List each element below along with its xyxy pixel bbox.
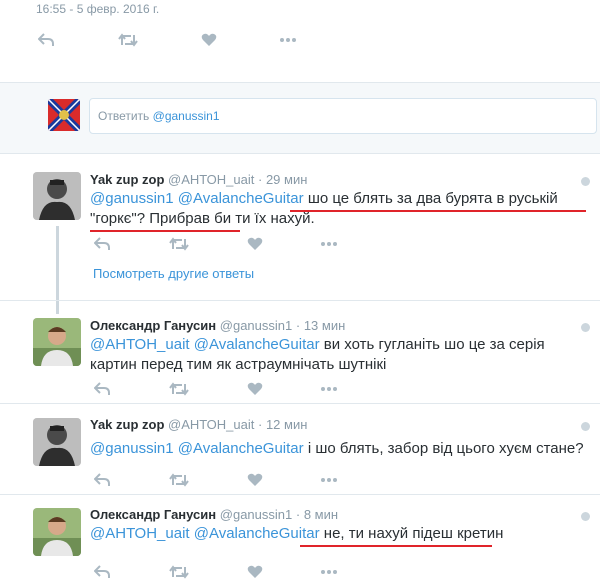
author-handle[interactable]: @АНТОН_uait <box>168 172 254 187</box>
reply-placeholder: Ответить <box>98 109 150 123</box>
tweet-time[interactable]: 13 мин <box>304 318 345 333</box>
tweet-time[interactable]: 12 мин <box>266 417 307 432</box>
globe-icon <box>581 177 590 186</box>
author-name[interactable]: Олександр Ганусин <box>90 507 216 522</box>
tweet-actions <box>92 473 337 487</box>
divider <box>0 403 600 404</box>
more-icon[interactable] <box>321 242 337 246</box>
tweet-1: Yak zup zop @АНТОН_uait · 29 мин @ganuss… <box>0 160 600 310</box>
tweet-actions <box>92 237 337 251</box>
author-name[interactable]: Олександр Ганусин <box>90 318 216 333</box>
avatar <box>33 318 81 366</box>
reply-input[interactable]: Ответить @ganussin1 <box>89 98 597 134</box>
author-handle[interactable]: @АНТОН_uait <box>168 417 254 432</box>
retweet-icon[interactable] <box>169 237 189 251</box>
author-handle[interactable]: @ganussin1 <box>220 318 292 333</box>
globe-icon <box>581 422 590 431</box>
reply-icon[interactable] <box>92 565 112 579</box>
like-icon[interactable] <box>246 237 264 251</box>
tweet-mentions[interactable]: @АНТОН_uait @AvalancheGuitar <box>90 525 320 542</box>
avatar <box>33 418 81 466</box>
separator: · <box>257 417 263 432</box>
separator: · <box>257 172 263 187</box>
tweet-timestamp: 16:55 - 5 февр. 2016 г. <box>36 2 160 16</box>
tweet-body: не, ти нахуй пiдеш кретин <box>323 525 504 542</box>
more-icon[interactable] <box>280 38 296 42</box>
red-underline <box>290 210 586 212</box>
divider <box>0 300 600 301</box>
avatar <box>33 172 81 220</box>
tweet-2: Олександр Ганусин @ganussin1 · 13 мин @А… <box>0 305 600 405</box>
globe-icon <box>581 512 590 521</box>
reply-box: Ответить @ganussin1 <box>0 82 600 154</box>
author-name[interactable]: Yak zup zop <box>90 172 164 187</box>
more-icon[interactable] <box>321 387 337 391</box>
tweet-text: @ganussin1 @AvalancheGuitar шо це блять … <box>90 189 595 229</box>
tweet-3: Yak zup zop @АНТОН_uait · 12 мин @ganuss… <box>0 405 600 495</box>
tweet-actions <box>92 382 337 396</box>
more-icon[interactable] <box>321 478 337 482</box>
main-tweet-actions <box>36 33 296 47</box>
like-icon[interactable] <box>246 473 264 487</box>
retweet-icon[interactable] <box>169 473 189 487</box>
tweet-actions <box>92 565 337 579</box>
reply-icon[interactable] <box>92 473 112 487</box>
separator: · <box>295 507 301 522</box>
red-underline <box>90 230 240 232</box>
retweet-icon[interactable] <box>118 33 138 47</box>
tweet-time[interactable]: 8 мин <box>304 507 338 522</box>
like-icon[interactable] <box>246 382 264 396</box>
tweet-body: i шо блять, забор вiд цього хуєм стане? <box>307 440 584 457</box>
user-avatar <box>48 99 80 131</box>
tweet-mentions[interactable]: @ganussin1 @AvalancheGuitar <box>90 190 304 207</box>
separator: · <box>295 318 301 333</box>
author-handle[interactable]: @ganussin1 <box>220 507 292 522</box>
tweet-text: @АНТОН_uait @AvalancheGuitar ви хоть гуг… <box>90 335 595 375</box>
tweet-text: @АНТОН_uait @AvalancheGuitar не, ти наху… <box>90 524 595 544</box>
tweet-mentions[interactable]: @АНТОН_uait @AvalancheGuitar <box>90 336 320 353</box>
tweet-mentions[interactable]: @ganussin1 @AvalancheGuitar <box>90 440 304 457</box>
avatar <box>33 508 81 556</box>
tweet-4: Олександр Ганусин @ganussin1 · 8 мин @АН… <box>0 497 600 585</box>
show-more-replies-link[interactable]: Посмотреть другие ответы <box>93 266 254 281</box>
reply-mention: @ganussin1 <box>152 109 220 123</box>
more-icon[interactable] <box>321 570 337 574</box>
retweet-icon[interactable] <box>169 382 189 396</box>
red-underline <box>300 545 492 547</box>
tweet-time[interactable]: 29 мин <box>266 172 307 187</box>
author-name[interactable]: Yak zup zop <box>90 417 164 432</box>
reply-icon[interactable] <box>92 382 112 396</box>
like-icon[interactable] <box>246 565 264 579</box>
like-icon[interactable] <box>200 33 218 47</box>
reply-icon[interactable] <box>92 237 112 251</box>
globe-icon <box>581 323 590 332</box>
retweet-icon[interactable] <box>169 565 189 579</box>
divider <box>0 494 600 495</box>
tweet-text: @ganussin1 @AvalancheGuitar i шо блять, … <box>90 439 595 459</box>
reply-icon[interactable] <box>36 33 56 47</box>
